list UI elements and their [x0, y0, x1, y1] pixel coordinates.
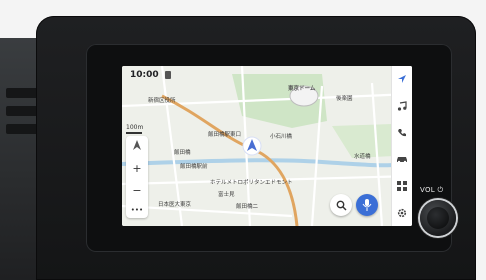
rail-music-button[interactable]	[395, 99, 409, 113]
rail-settings-button[interactable]	[395, 206, 409, 220]
air-vent-slat	[6, 106, 38, 116]
rail-nav-button[interactable]	[395, 72, 409, 86]
signal-icon	[164, 70, 171, 79]
map-label: 飯田橋二	[236, 204, 259, 210]
air-vent-slat	[6, 88, 38, 98]
rail-car-button[interactable]	[395, 152, 409, 166]
map-label: 日本医大東京	[158, 202, 192, 208]
microphone-icon	[362, 199, 372, 211]
more-options-button[interactable]: •••	[131, 206, 143, 214]
map-label: ホテルメトロポリタンエドモント	[210, 180, 293, 186]
volume-knob-center	[427, 207, 449, 229]
search-button[interactable]	[330, 194, 352, 216]
navigation-icon	[398, 75, 406, 84]
volume-power-label: VOL ⏻	[420, 186, 444, 194]
car-icon	[397, 157, 407, 164]
map-label: 小石川橋	[270, 134, 293, 140]
app-rail	[391, 66, 412, 226]
rail-phone-button[interactable]	[395, 126, 409, 140]
search-icon	[336, 200, 346, 210]
status-bar: 10:00	[122, 66, 412, 83]
map-label: 飯田橋	[174, 150, 191, 156]
music-icon	[397, 101, 407, 111]
phone-icon	[398, 128, 406, 136]
map-label: 水道橋	[354, 154, 371, 160]
rail-apps-button[interactable]	[395, 179, 409, 193]
apps-grid-icon	[397, 180, 407, 191]
map-scale-bar	[126, 132, 142, 134]
volume-knob[interactable]	[420, 200, 456, 236]
map-label: 東京ドーム	[288, 86, 316, 92]
map-label: 富士見	[218, 192, 235, 198]
air-vent-slat	[6, 124, 38, 134]
compass-icon[interactable]	[133, 140, 141, 153]
voice-button[interactable]	[356, 194, 378, 216]
settings-icon	[397, 208, 407, 217]
map-label: 新宿区役所	[148, 98, 176, 104]
zoom-in-button[interactable]: +	[132, 162, 141, 175]
map-scale-label: 100m	[126, 124, 144, 131]
map-label: 飯田橋駅東口	[208, 132, 242, 138]
map-zoom-controls: + − •••	[126, 136, 148, 218]
map-label: 飯田橋駅前	[180, 164, 208, 170]
map-label: 後楽園	[336, 96, 353, 102]
zoom-out-button[interactable]: −	[132, 184, 141, 197]
map-screen[interactable]: 新宿区役所 東京ドーム 飯田橋駅東口 後楽園 飯田橋 小石川橋 水道橋 ホテルメ…	[122, 66, 412, 226]
clock: 10:00	[130, 69, 159, 80]
